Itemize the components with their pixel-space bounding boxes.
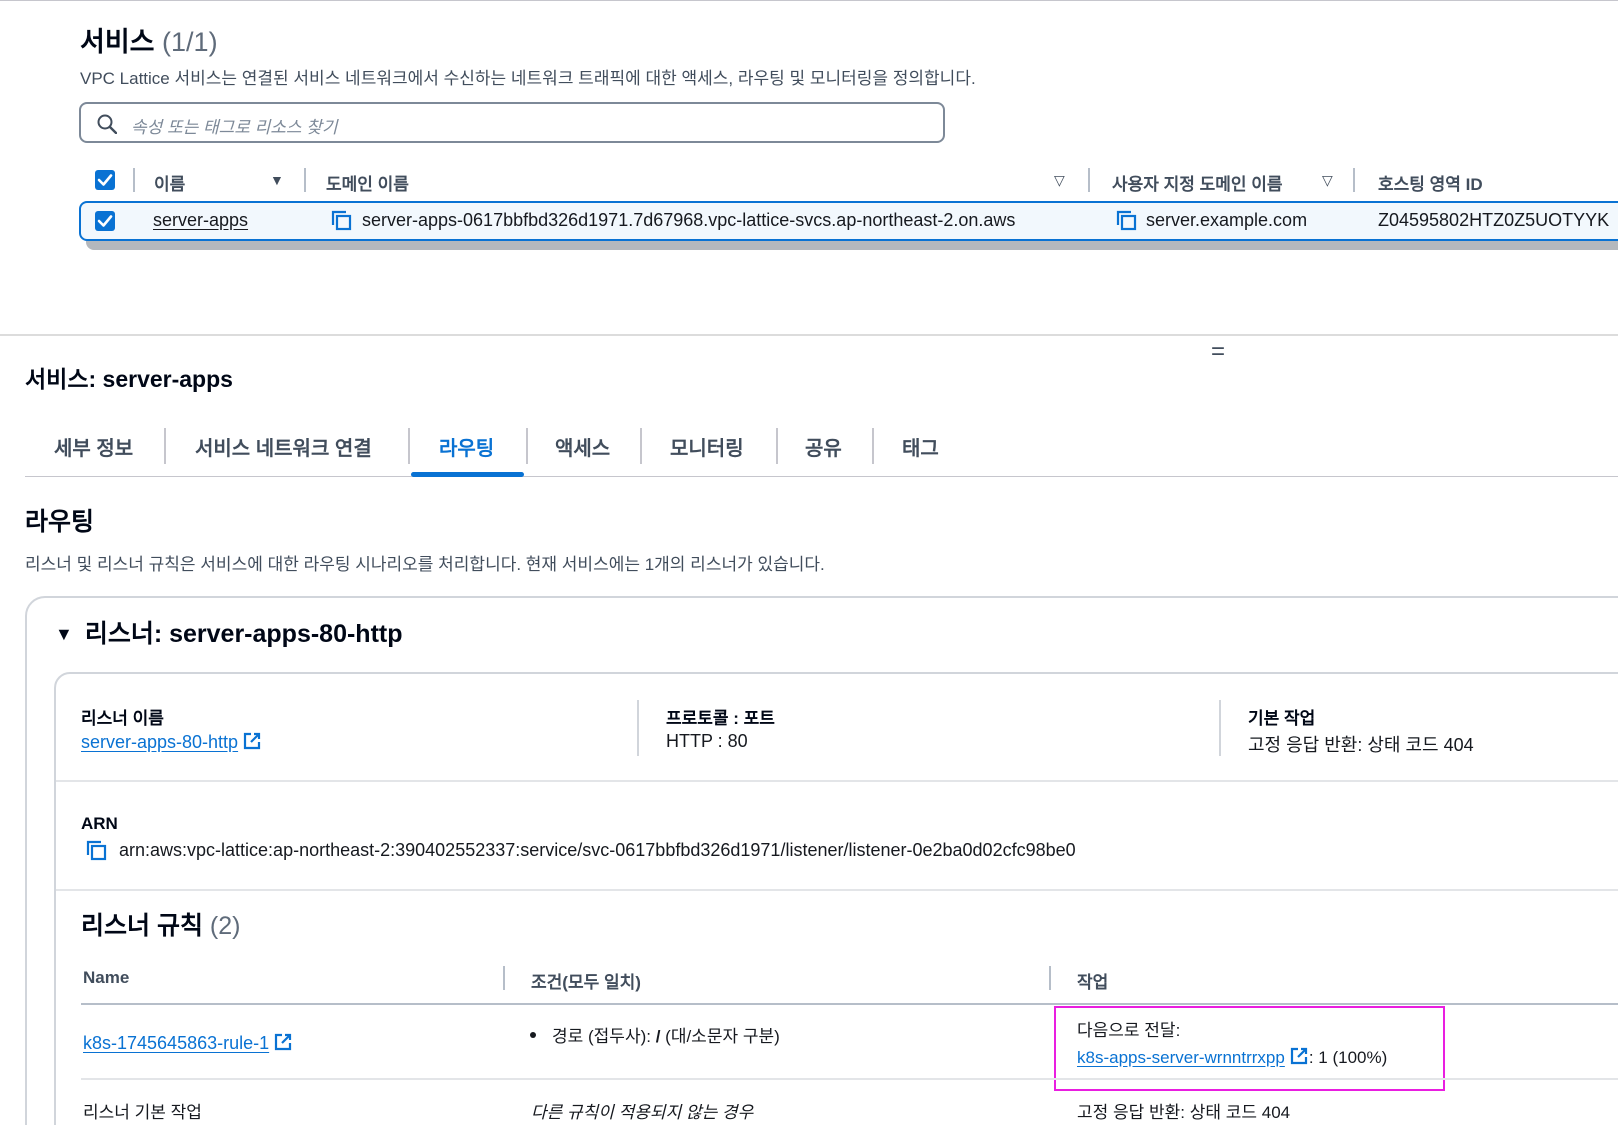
default-rule-condition: 다른 규칙이 적용되지 않는 경우 <box>531 1103 754 1122</box>
column-header-hosted-zone[interactable]: 호스팅 영역 ID <box>1378 170 1483 195</box>
rule-name-link[interactable]: k8s-1745645863-rule-1 <box>83 1032 293 1054</box>
tab-service-network-associations[interactable]: 서비스 네트워크 연결 <box>195 432 372 461</box>
tab-sharing[interactable]: 공유 <box>805 432 842 461</box>
tab-separator <box>640 428 642 464</box>
services-count: (1/1) <box>162 27 218 57</box>
listener-rules-count: (2) <box>209 912 241 940</box>
section-divider <box>56 889 1618 891</box>
action-label: 다음으로 전달: <box>1077 1021 1181 1040</box>
rules-column-name[interactable]: Name <box>83 968 129 988</box>
bullet <box>530 1032 536 1038</box>
table-header-divider <box>81 1003 1618 1005</box>
row-shadow <box>86 241 1618 250</box>
tab-monitoring[interactable]: 모니터링 <box>670 432 744 461</box>
copy-icon[interactable] <box>1116 210 1138 232</box>
column-header-name[interactable]: 이름 <box>154 170 185 195</box>
external-link-icon <box>275 1033 292 1051</box>
external-link-icon <box>243 732 261 750</box>
tab-separator <box>408 428 410 464</box>
listener-rules-title-text: 리스너 규칙 <box>81 912 203 940</box>
protocol-value: HTTP : 80 <box>666 731 748 751</box>
column-separator <box>637 700 639 756</box>
default-action-value: 고정 응답 반환: 상태 코드 404 <box>1248 735 1474 755</box>
caret-down-icon[interactable]: ▼ <box>55 624 73 645</box>
custom-domain: server.example.com <box>1146 210 1308 230</box>
tab-access[interactable]: 액세스 <box>555 432 610 461</box>
tabs-baseline <box>25 476 1618 477</box>
sort-descending-icon[interactable]: ▼ <box>270 172 284 188</box>
tab-separator <box>776 428 778 464</box>
top-border <box>0 0 1618 1</box>
listener-header[interactable]: ▼ 리스너: server-apps-80-http <box>55 614 403 650</box>
services-description: VPC Lattice 서비스는 연결된 서비스 네트워크에서 수신하는 네트워… <box>80 69 976 88</box>
column-separator <box>1049 966 1051 990</box>
listener-title: 리스너: server-apps-80-http <box>84 620 403 648</box>
row-divider <box>81 1078 1618 1080</box>
rule-condition: 경로 (접두사): / (대/소문자 구분) <box>530 1022 780 1047</box>
external-link-icon[interactable] <box>1289 1046 1309 1066</box>
copy-icon[interactable] <box>86 840 108 862</box>
listener-rules-title: 리스너 규칙 (2) <box>81 906 240 942</box>
sort-icon[interactable]: ▽ <box>1322 172 1333 189</box>
column-header-custom-domain[interactable]: 사용자 지정 도메인 이름 <box>1112 170 1283 195</box>
default-action-label: 기본 작업 <box>1248 709 1316 728</box>
default-rule-action: 고정 응답 반환: 상태 코드 404 <box>1077 1103 1291 1122</box>
condition-suffix: (대/소문자 구분) <box>660 1027 780 1046</box>
service-domain: server-apps-0617bbfbd326d1971.7d67968.vp… <box>362 210 1016 230</box>
copy-icon[interactable] <box>331 210 353 232</box>
tab-details[interactable]: 세부 정보 <box>54 432 133 461</box>
rule-name-value[interactable]: k8s-1745645863-rule-1 <box>83 1033 269 1053</box>
hosted-zone-id: Z04595802HTZ0Z5UOTYYK <box>1378 210 1610 230</box>
arn-label: ARN <box>81 814 118 833</box>
split-divider <box>0 334 1618 336</box>
service-detail-title: 서비스: server-apps <box>25 366 233 392</box>
listener-name-value[interactable]: server-apps-80-http <box>81 732 238 752</box>
condition-prefix: 경로 (접두사): <box>552 1027 656 1046</box>
tab-separator <box>164 428 166 464</box>
action-forward: k8s-apps-server-wrnntrrxpp : 1 (100%) <box>1077 1046 1387 1068</box>
tab-separator <box>526 428 528 464</box>
select-all-checkbox[interactable] <box>95 170 115 190</box>
column-separator <box>1219 700 1221 756</box>
listener-name-link[interactable]: server-apps-80-http <box>81 731 262 753</box>
drag-handle-icon[interactable]: = <box>1211 338 1225 366</box>
search-icon <box>97 114 117 134</box>
routing-description: 리스너 및 리스너 규칙은 서비스에 대한 라우팅 시나리오를 처리합니다. 현… <box>25 555 825 574</box>
active-tab-indicator <box>411 472 524 477</box>
search-input[interactable]: 속성 또는 태그로 리소스 찾기 <box>79 102 945 143</box>
routing-heading: 라우팅 <box>25 508 95 536</box>
column-separator <box>1353 168 1355 192</box>
tab-routing[interactable]: 라우팅 <box>439 432 494 461</box>
default-rule-name: 리스너 기본 작업 <box>83 1103 202 1122</box>
rules-column-conditions[interactable]: 조건(모두 일치) <box>531 968 641 993</box>
sort-icon[interactable]: ▽ <box>1054 172 1065 189</box>
tab-tags[interactable]: 태그 <box>902 432 939 461</box>
column-separator <box>503 966 505 990</box>
services-title: 서비스 (1/1) <box>80 20 218 59</box>
arn-value: arn:aws:vpc-lattice:ap-northeast-2:39040… <box>119 840 1076 860</box>
tab-separator <box>872 428 874 464</box>
service-name-link[interactable]: server-apps <box>153 210 248 231</box>
column-separator <box>1088 168 1090 192</box>
column-header-domain[interactable]: 도메인 이름 <box>326 170 409 195</box>
search-placeholder: 속성 또는 태그로 리소스 찾기 <box>131 118 338 137</box>
column-separator <box>133 168 135 192</box>
column-separator <box>304 168 306 192</box>
listener-name-label: 리스너 이름 <box>81 709 164 728</box>
rules-column-action[interactable]: 작업 <box>1077 968 1108 993</box>
row-checkbox[interactable] <box>95 211 115 231</box>
services-title-text: 서비스 <box>80 27 155 57</box>
target-group-link[interactable]: k8s-apps-server-wrnntrrxpp <box>1077 1048 1285 1067</box>
section-divider <box>56 780 1618 782</box>
protocol-label: 프로토콜 : 포트 <box>666 709 775 728</box>
action-weight: : 1 (100%) <box>1308 1048 1388 1067</box>
